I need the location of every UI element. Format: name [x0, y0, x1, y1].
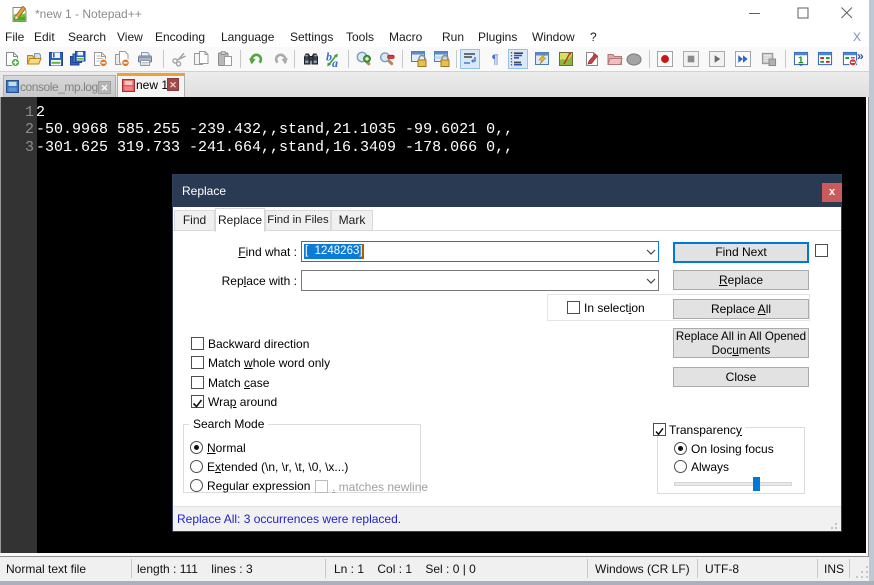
svg-text:1: 1: [798, 54, 803, 65]
svg-text:¶: ¶: [492, 51, 499, 66]
